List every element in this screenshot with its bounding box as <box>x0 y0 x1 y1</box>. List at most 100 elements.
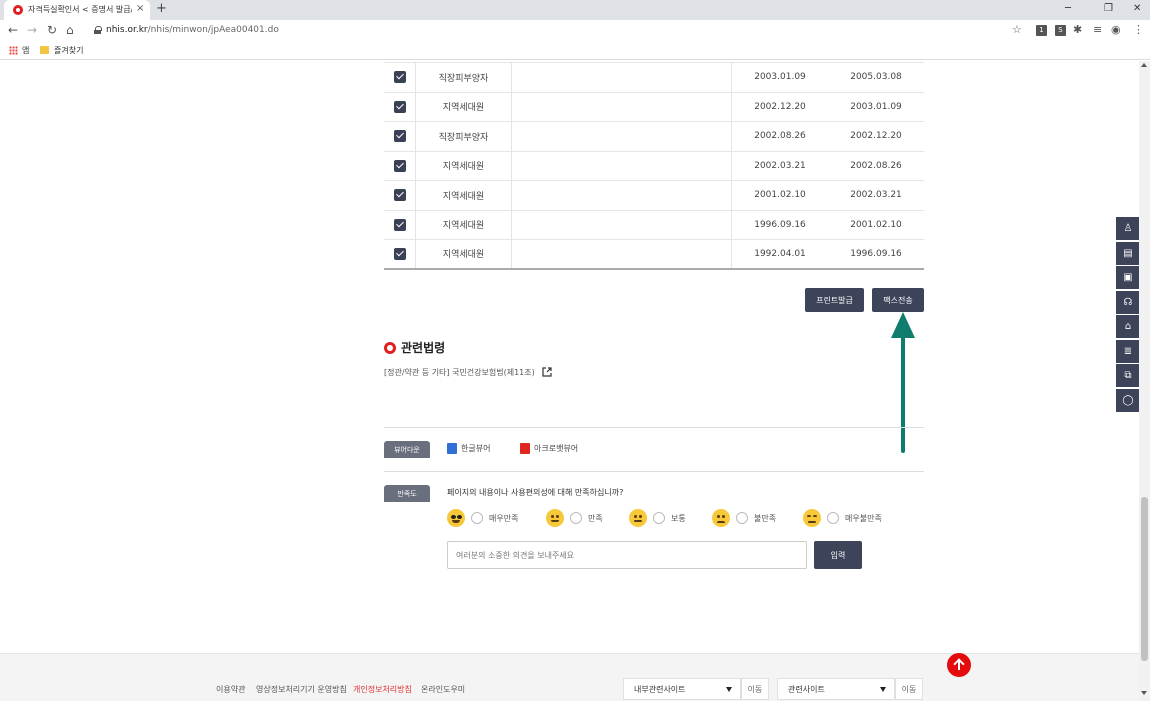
footer-link-terms[interactable]: 이용약관 <box>216 684 245 695</box>
divider <box>384 427 924 428</box>
acquired-date: 2001.02.10 <box>754 190 806 201</box>
empty-cell <box>512 210 732 239</box>
quick-person-icon[interactable]: ♙ <box>1116 217 1140 240</box>
empty-cell <box>512 151 732 180</box>
minimize-icon[interactable]: ─ <box>1065 2 1071 16</box>
quick-headset-icon[interactable]: ☊ <box>1116 290 1140 314</box>
url-field[interactable]: nhis.or.kr/nhis/minwon/jpAea00401.do <box>106 25 279 35</box>
survey-option-very-satisfied[interactable]: 매우만족 <box>447 509 518 527</box>
acquired-date: 2002.12.20 <box>754 101 806 112</box>
radio-very-dissatisfied[interactable] <box>827 512 839 524</box>
scroll-thumb[interactable] <box>1141 497 1148 661</box>
row-checkbox[interactable] <box>393 247 406 260</box>
acquired-date: 1996.09.16 <box>754 219 806 230</box>
restore-icon[interactable]: ❐ <box>1104 2 1113 16</box>
submit-opinion-button[interactable]: 입력 <box>814 541 862 569</box>
radio-satisfied[interactable] <box>570 512 582 524</box>
row-checkbox-cell <box>384 210 416 239</box>
apps-grid-icon[interactable] <box>9 46 18 55</box>
lost-date: 2002.03.21 <box>850 190 902 201</box>
table-row: 지역세대원 2002.12.20 2003.01.09 <box>384 92 924 122</box>
related-sites-select[interactable]: 관련사이트 <box>777 678 895 700</box>
row-checkbox[interactable] <box>393 218 406 231</box>
section-bullet-icon <box>384 342 396 354</box>
row-checkbox[interactable] <box>393 130 406 143</box>
acrobat-viewer-icon <box>520 443 530 454</box>
acrobat-viewer-link[interactable]: 아크로뱃뷰어 <box>520 443 578 454</box>
table-row: 지역세대원 1996.09.16 2001.02.10 <box>384 210 924 240</box>
window-close-icon[interactable]: ✕ <box>1133 2 1141 16</box>
radio-very-satisfied[interactable] <box>471 512 483 524</box>
survey-option-neutral[interactable]: 보통 <box>629 509 686 527</box>
footer-link-privacy-policy[interactable]: 개인정보처리방침 <box>353 684 412 695</box>
extension-1-icon[interactable]: 1 <box>1036 25 1047 36</box>
lock-icon[interactable] <box>94 26 102 34</box>
row-checkbox[interactable] <box>393 71 406 84</box>
row-checkbox[interactable] <box>393 159 406 172</box>
new-tab-button[interactable]: + <box>156 1 167 17</box>
qualification-type: 지역세대원 <box>416 92 512 121</box>
print-issue-button[interactable]: 프린트발급 <box>805 288 864 312</box>
survey-option-satisfied[interactable]: 만족 <box>546 509 603 527</box>
footer-link-online-help[interactable]: 온라인도우미 <box>421 684 465 695</box>
bookmark-apps[interactable]: 앱 <box>22 45 29 56</box>
quick-chat-icon[interactable]: ◯ <box>1116 388 1140 412</box>
quick-lock-icon[interactable]: ⌂ <box>1116 315 1140 338</box>
neutral-face-icon <box>629 509 647 527</box>
media-queue-icon[interactable]: ≡ <box>1093 23 1102 37</box>
scroll-down-arrow-icon[interactable] <box>1141 691 1147 695</box>
related-law-link[interactable]: [정관/약관 등 기타] 국민건강보험법(제11조) <box>384 367 535 378</box>
qualification-type: 지역세대원 <box>416 210 512 239</box>
scroll-to-top-button[interactable] <box>947 653 971 677</box>
lost-date: 2001.02.10 <box>850 219 902 230</box>
footer-link-cctv-policy[interactable]: 영상정보처리기기 운영방침 <box>256 684 347 695</box>
extension-s-icon[interactable]: S <box>1055 25 1066 36</box>
fax-send-button[interactable]: 팩스전송 <box>872 288 924 312</box>
quick-document-icon[interactable]: ▤ <box>1116 241 1140 265</box>
menu-kebab-icon[interactable]: ⋮ <box>1133 23 1144 37</box>
related-sites-go-button[interactable]: 이동 <box>895 678 923 700</box>
site-favicon-icon <box>13 5 23 15</box>
browser-tab[interactable]: 자격득실확인서 < 증명서 발급/ × <box>4 0 150 20</box>
qualification-type: 직장피부양자 <box>416 63 512 92</box>
satisfaction-label: 만족도 <box>384 485 430 502</box>
hangul-viewer-link[interactable]: 한글뷰어 <box>447 443 490 454</box>
folder-icon <box>40 46 49 54</box>
option-label: 보통 <box>671 513 686 523</box>
lost-date: 1996.09.16 <box>850 248 902 259</box>
bookmark-star-icon[interactable]: ☆ <box>1012 23 1022 37</box>
survey-option-dissatisfied[interactable]: 불만족 <box>712 509 776 527</box>
internal-sites-go-button[interactable]: 이동 <box>741 678 769 700</box>
row-checkbox[interactable] <box>393 189 406 202</box>
dropdown-arrow-icon <box>726 687 732 692</box>
profile-avatar-icon[interactable]: ◉ <box>1111 23 1121 37</box>
dropdown-arrow-icon <box>880 687 886 692</box>
row-checkbox[interactable] <box>393 100 406 113</box>
scroll-up-arrow-icon[interactable] <box>1141 63 1147 67</box>
quick-list-icon[interactable]: ≣ <box>1116 339 1140 363</box>
forward-icon[interactable]: → <box>27 23 37 37</box>
annotation-arrow-icon <box>891 312 915 453</box>
tab-close-icon[interactable]: × <box>136 3 144 15</box>
table-row: 직장피부양자 2003.01.09 2005.03.08 <box>384 63 924 93</box>
external-link-icon[interactable] <box>542 367 552 377</box>
page-scrollbar[interactable] <box>1139 61 1150 701</box>
bookmark-favorites[interactable]: 즐겨찾기 <box>54 45 83 56</box>
empty-cell <box>512 92 732 121</box>
opinion-input[interactable] <box>447 541 807 569</box>
quick-copy-icon[interactable]: ⧉ <box>1116 364 1140 387</box>
viewer-download-label: 뷰어다운 <box>384 441 430 458</box>
quick-monitor-icon[interactable]: ▣ <box>1116 266 1140 289</box>
sad-face-icon <box>803 509 821 527</box>
survey-option-very-dissatisfied[interactable]: 매우불만족 <box>803 509 882 527</box>
back-icon[interactable]: ← <box>8 23 18 37</box>
very-happy-face-icon <box>447 509 465 527</box>
extensions-puzzle-icon[interactable]: ✱ <box>1073 23 1082 37</box>
home-icon[interactable]: ⌂ <box>66 23 74 37</box>
reload-icon[interactable]: ↻ <box>47 23 57 37</box>
internal-sites-select[interactable]: 내부관련사이트 <box>623 678 741 700</box>
radio-dissatisfied[interactable] <box>736 512 748 524</box>
radio-neutral[interactable] <box>653 512 665 524</box>
table-row: 직장피부양자 2002.08.26 2002.12.20 <box>384 122 924 152</box>
option-label: 만족 <box>588 513 603 523</box>
